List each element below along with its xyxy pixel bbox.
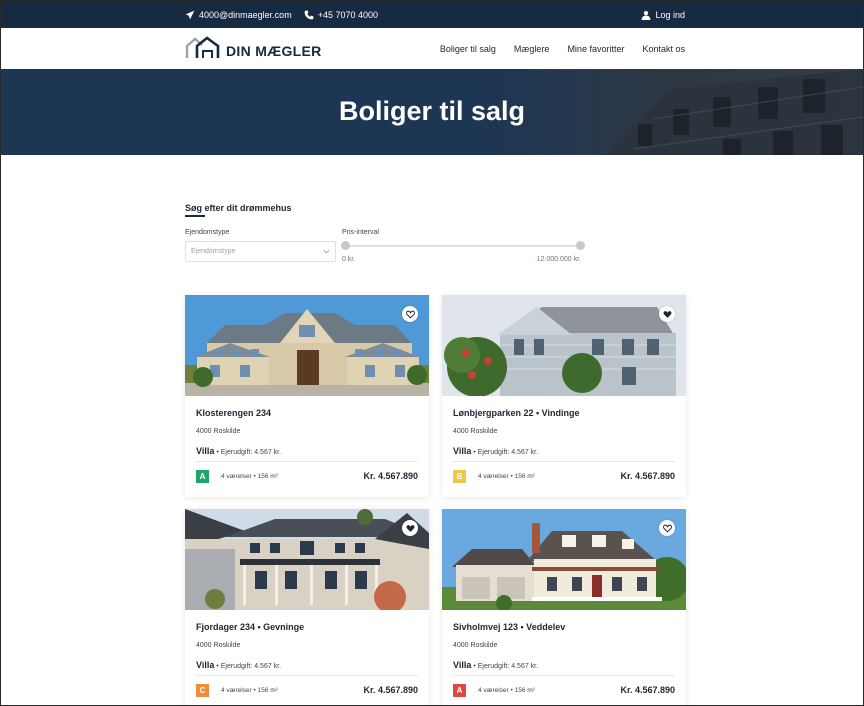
price-min-handle[interactable] xyxy=(341,241,350,250)
main-nav: Boliger til salg Mæglere Mine favoritter… xyxy=(440,28,685,69)
listing-photo[interactable] xyxy=(442,295,686,396)
phone-icon xyxy=(304,10,314,19)
card-divider xyxy=(453,461,675,462)
price-range-track[interactable] xyxy=(345,245,581,247)
listing-type: Villa xyxy=(453,660,472,670)
listing-type: Villa xyxy=(196,660,215,670)
favorite-button[interactable] xyxy=(659,306,675,322)
page: 4000@dinmaegler.com +45 7070 4000 Log in… xyxy=(0,0,864,706)
price-min-label: 0 kr. xyxy=(342,256,356,263)
phone-link[interactable]: +45 7070 4000 xyxy=(304,10,378,20)
listing-meta: Villa • Ejerudgift: 4.567 kr. xyxy=(453,660,538,670)
listing-title[interactable]: Sivholmvej 123 • Veddelev xyxy=(453,622,565,632)
listing-owner-cost: • Ejerudgift: 4.567 kr. xyxy=(473,449,539,456)
price-max-label: 12.000.000 kr. xyxy=(536,256,581,263)
listing-card[interactable]: Fjordager 234 • Gevninge 4000 Roskilde V… xyxy=(185,509,429,705)
listing-type: Villa xyxy=(453,446,472,456)
listing-city: 4000 Roskilde xyxy=(453,428,498,435)
login-link[interactable]: Log ind xyxy=(641,1,685,28)
energy-label-badge: B xyxy=(453,470,466,483)
favorite-button[interactable] xyxy=(659,520,675,536)
search-title-underline xyxy=(185,215,205,217)
favorite-button[interactable] xyxy=(402,520,418,536)
top-bar: 4000@dinmaegler.com +45 7070 4000 Log in… xyxy=(1,1,863,28)
listing-city: 4000 Roskilde xyxy=(196,642,241,649)
favorite-button[interactable] xyxy=(402,306,418,322)
logo[interactable]: DIN MÆGLER xyxy=(185,36,322,60)
listing-owner-cost: • Ejerudgift: 4.567 kr. xyxy=(216,449,282,456)
card-divider xyxy=(453,675,675,676)
nav-boliger-til-salg[interactable]: Boliger til salg xyxy=(440,44,496,54)
login-text: Log ind xyxy=(655,9,685,20)
listing-price: Kr. 4.567.890 xyxy=(363,471,418,481)
listing-type: Villa xyxy=(196,446,215,456)
phone-text: +45 7070 4000 xyxy=(317,9,379,20)
nav-kontakt-os[interactable]: Kontakt os xyxy=(642,44,685,54)
listing-rooms-size: 4 værelser • 156 m² xyxy=(221,473,278,480)
search-title: Søg efter dit drømmehus xyxy=(185,203,292,213)
price-max-handle[interactable] xyxy=(576,241,585,250)
listing-price: Kr. 4.567.890 xyxy=(620,685,675,695)
heart-filled-icon xyxy=(406,524,414,532)
listing-owner-cost: • Ejerudgift: 4.567 kr. xyxy=(216,663,282,670)
email-link[interactable]: 4000@dinmaegler.com xyxy=(185,10,292,20)
listing-title[interactable]: Fjordager 234 • Gevninge xyxy=(196,622,304,632)
property-type-select[interactable]: Ejendomstype xyxy=(185,241,336,262)
listing-title[interactable]: Klosterengen 234 xyxy=(196,408,271,418)
listing-photo[interactable] xyxy=(442,509,686,610)
house-photo-image xyxy=(442,295,686,396)
listing-card[interactable]: Sivholmvej 123 • Veddelev 4000 Roskilde … xyxy=(442,509,686,705)
property-type-label: Ejendomstype xyxy=(185,229,230,236)
listing-meta: Villa • Ejerudgift: 4.567 kr. xyxy=(196,660,281,670)
listing-meta: Villa • Ejerudgift: 4.567 kr. xyxy=(196,446,281,456)
heart-outline-icon xyxy=(405,310,415,319)
chevron-down-icon xyxy=(323,249,330,254)
heart-filled-icon xyxy=(663,310,671,318)
energy-label-badge: A xyxy=(453,684,466,697)
energy-label-badge: C xyxy=(196,684,209,697)
listing-photo[interactable] xyxy=(185,295,429,396)
header: DIN MÆGLER Boliger til salg Mæglere Mine… xyxy=(1,28,863,69)
house-photo-image xyxy=(185,509,429,610)
house-photo-image xyxy=(185,295,429,396)
house-photo-image xyxy=(442,509,686,610)
listing-photo[interactable] xyxy=(185,509,429,610)
listing-card[interactable]: Klosterengen 234 4000 Roskilde Villa • E… xyxy=(185,295,429,497)
house-logo-icon xyxy=(185,36,220,58)
heart-outline-icon xyxy=(662,524,672,533)
paper-plane-icon xyxy=(185,10,195,19)
property-type-placeholder: Ejendomstype xyxy=(191,248,236,255)
email-text: 4000@dinmaegler.com xyxy=(199,9,292,20)
nav-maeglere[interactable]: Mæglere xyxy=(514,44,550,54)
contact-info: 4000@dinmaegler.com +45 7070 4000 xyxy=(185,1,378,28)
listing-rooms-size: 4 værelser • 156 m² xyxy=(478,687,535,694)
logo-text: DIN MÆGLER xyxy=(226,43,322,59)
hero-banner: Boliger til salg xyxy=(1,69,863,155)
listing-rooms-size: 4 værelser • 156 m² xyxy=(221,687,278,694)
listing-rooms-size: 4 værelser • 156 m² xyxy=(478,473,535,480)
listing-meta: Villa • Ejerudgift: 4.567 kr. xyxy=(453,446,538,456)
listing-price: Kr. 4.567.890 xyxy=(363,685,418,695)
listing-city: 4000 Roskilde xyxy=(453,642,498,649)
hero-title: Boliger til salg xyxy=(338,96,526,126)
card-divider xyxy=(196,461,418,462)
listing-owner-cost: • Ejerudgift: 4.567 kr. xyxy=(473,663,539,670)
listing-price: Kr. 4.567.890 xyxy=(620,471,675,481)
energy-label-badge: A xyxy=(196,470,209,483)
card-divider xyxy=(196,675,418,676)
price-range-label: Pris-interval xyxy=(342,229,379,236)
user-icon xyxy=(642,10,651,20)
nav-mine-favoritter[interactable]: Mine favoritter xyxy=(567,44,624,54)
listing-title[interactable]: Lønbjergparken 22 • Vindinge xyxy=(453,408,580,418)
listing-city: 4000 Roskilde xyxy=(196,428,241,435)
listing-card[interactable]: Lønbjergparken 22 • Vindinge 4000 Roskil… xyxy=(442,295,686,497)
